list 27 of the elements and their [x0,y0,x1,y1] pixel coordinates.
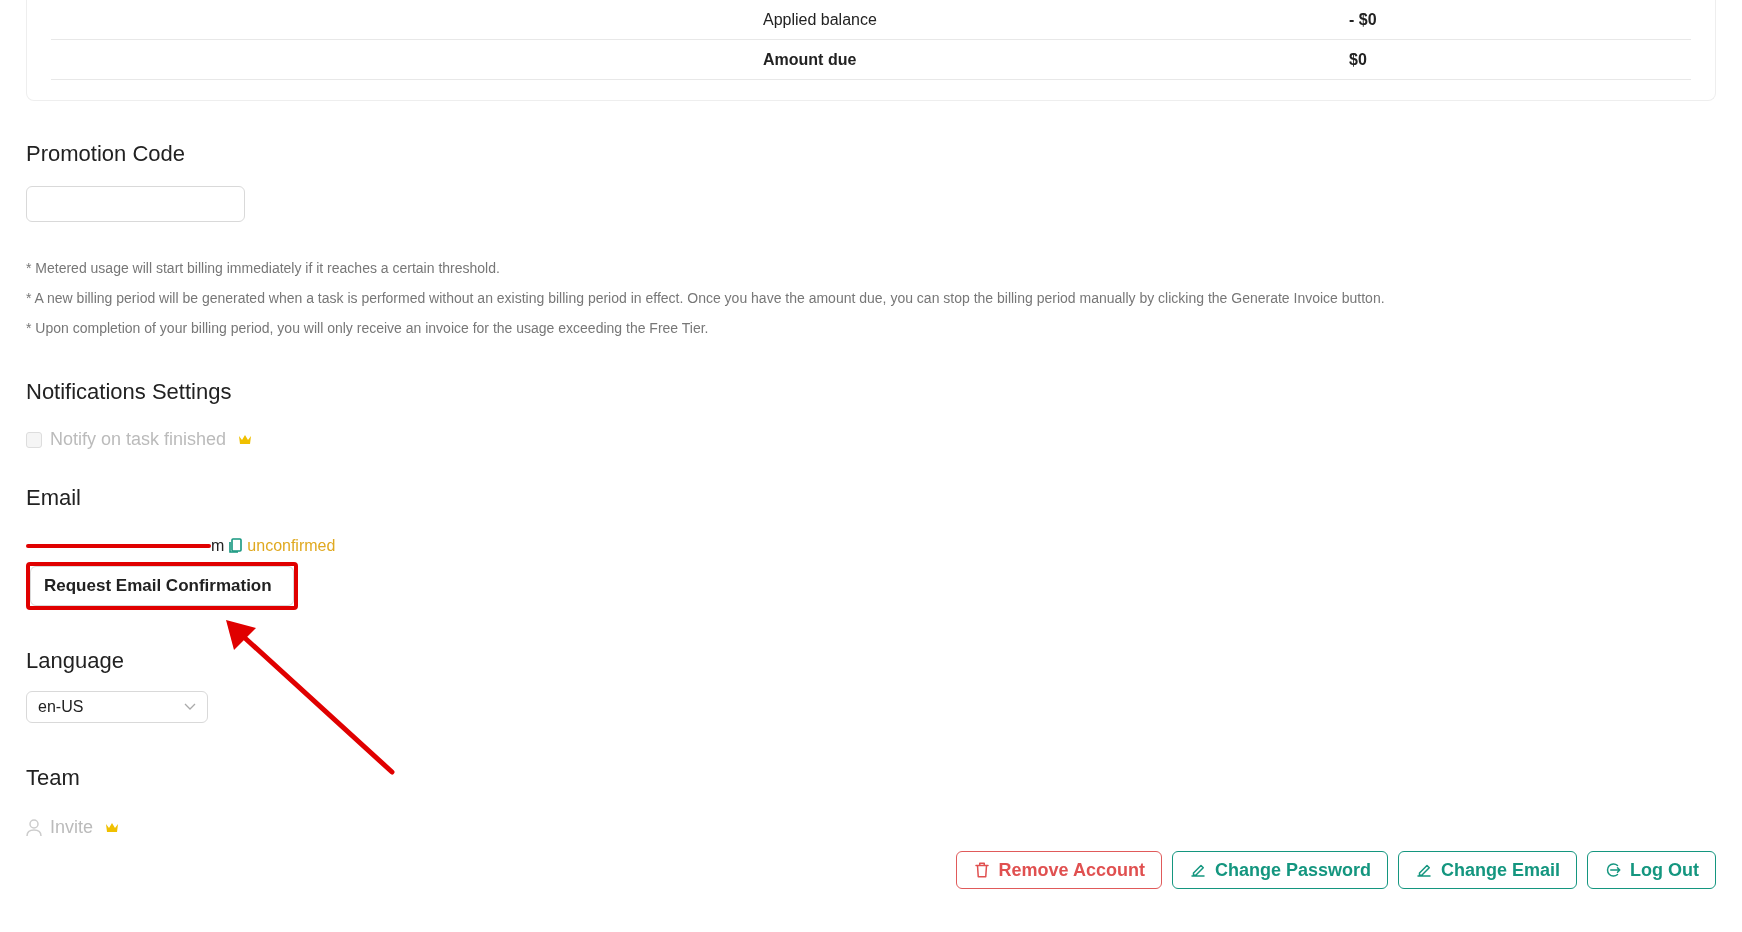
section-title: Language [26,647,125,675]
section-title: Team [26,764,81,792]
section-title: Notifications Settings [26,378,233,406]
chevron-down-icon [184,703,196,711]
action-button[interactable]: Change Email [1398,851,1577,889]
logout-icon [1604,861,1622,879]
action-button[interactable]: Remove Account [955,851,1162,889]
request-confirmation-button[interactable]: Request Email Confirmation [30,566,294,606]
checkbox-label: Notify on task finished [50,428,227,451]
promotion-code-field[interactable] [26,186,245,222]
summary-value: - $0 [1349,9,1377,30]
email-status: unconfirmed [247,536,336,556]
action-button[interactable]: Log Out [1587,851,1716,889]
user-icon [26,818,42,837]
language-select[interactable]: en-US [26,691,208,723]
summary-label: Applied balance [763,9,878,30]
action-button[interactable]: Change Password [1171,851,1388,889]
section-title: Promotion Code [26,140,186,168]
section-title: Email [26,484,82,512]
billing-note: * Upon completion of your billing period, you will only receive an invoice for the usage exceeding the Free Tier. [26,319,710,338]
summary-label: Amount due [763,49,858,70]
trash-icon [972,861,991,879]
billing-note: * Metered usage will start billing immediately if it reaches a certain threshold. [26,259,501,278]
billing-note: * A new billing period will be generated when a task is performed without an existing billing period in effect. Once you have the amount due, you can stop the billing period manually by clicking the Generate Invoice button. [26,289,1386,308]
email-address: m [211,536,225,556]
summary-value: $0 [1349,49,1367,70]
copy-icon[interactable] [228,538,243,554]
